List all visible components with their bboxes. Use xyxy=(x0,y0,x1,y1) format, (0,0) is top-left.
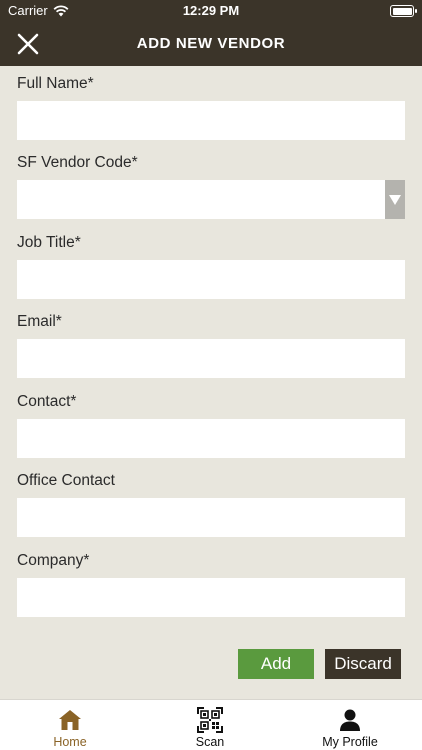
office-contact-field: Office Contact xyxy=(17,470,405,537)
caret-down-icon xyxy=(389,194,401,205)
full-name-field: Full Name* xyxy=(17,73,405,140)
vendor-code-select[interactable] xyxy=(17,180,405,219)
tab-home[interactable]: Home xyxy=(30,700,110,750)
add-button[interactable]: Add xyxy=(238,649,314,679)
qr-scan-icon xyxy=(197,707,223,733)
status-bar: Carrier 12:29 PM xyxy=(0,0,422,22)
nav-bar: ADD NEW VENDOR xyxy=(0,22,422,66)
company-input[interactable] xyxy=(17,578,405,617)
contact-input[interactable] xyxy=(17,419,405,458)
page-title: ADD NEW VENDOR xyxy=(136,35,286,52)
job-title-field: Job Title* xyxy=(17,232,405,299)
office-contact-label: Office Contact xyxy=(17,472,115,489)
email-label: Email* xyxy=(17,313,62,330)
tab-scan[interactable]: Scan xyxy=(170,700,250,750)
full-name-input[interactable] xyxy=(17,101,405,140)
person-icon xyxy=(340,709,360,731)
tab-scan-label: Scan xyxy=(195,735,225,749)
job-title-input[interactable] xyxy=(17,260,405,299)
vendor-code-dropdown-button[interactable] xyxy=(385,180,405,219)
company-field: Company* xyxy=(17,550,405,617)
vendor-code-field: SF Vendor Code* xyxy=(17,152,405,219)
email-input[interactable] xyxy=(17,339,405,378)
email-field: Email* xyxy=(17,311,405,378)
contact-field: Contact* xyxy=(17,391,405,458)
home-icon xyxy=(59,710,81,730)
tab-profile-label: My Profile xyxy=(322,735,378,749)
vendor-code-label: SF Vendor Code* xyxy=(17,154,138,171)
company-label: Company* xyxy=(17,552,90,569)
discard-button[interactable]: Discard xyxy=(325,649,401,679)
tab-home-label: Home xyxy=(53,735,87,749)
office-contact-input[interactable] xyxy=(17,498,405,537)
full-name-label: Full Name* xyxy=(17,75,94,92)
tab-profile[interactable]: My Profile xyxy=(300,700,400,750)
contact-label: Contact* xyxy=(17,393,77,410)
battery-icon xyxy=(390,5,417,17)
clock: 12:29 PM xyxy=(182,3,240,18)
job-title-label: Job Title* xyxy=(17,234,81,251)
tab-bar: Home Scan My Profile xyxy=(0,699,422,750)
